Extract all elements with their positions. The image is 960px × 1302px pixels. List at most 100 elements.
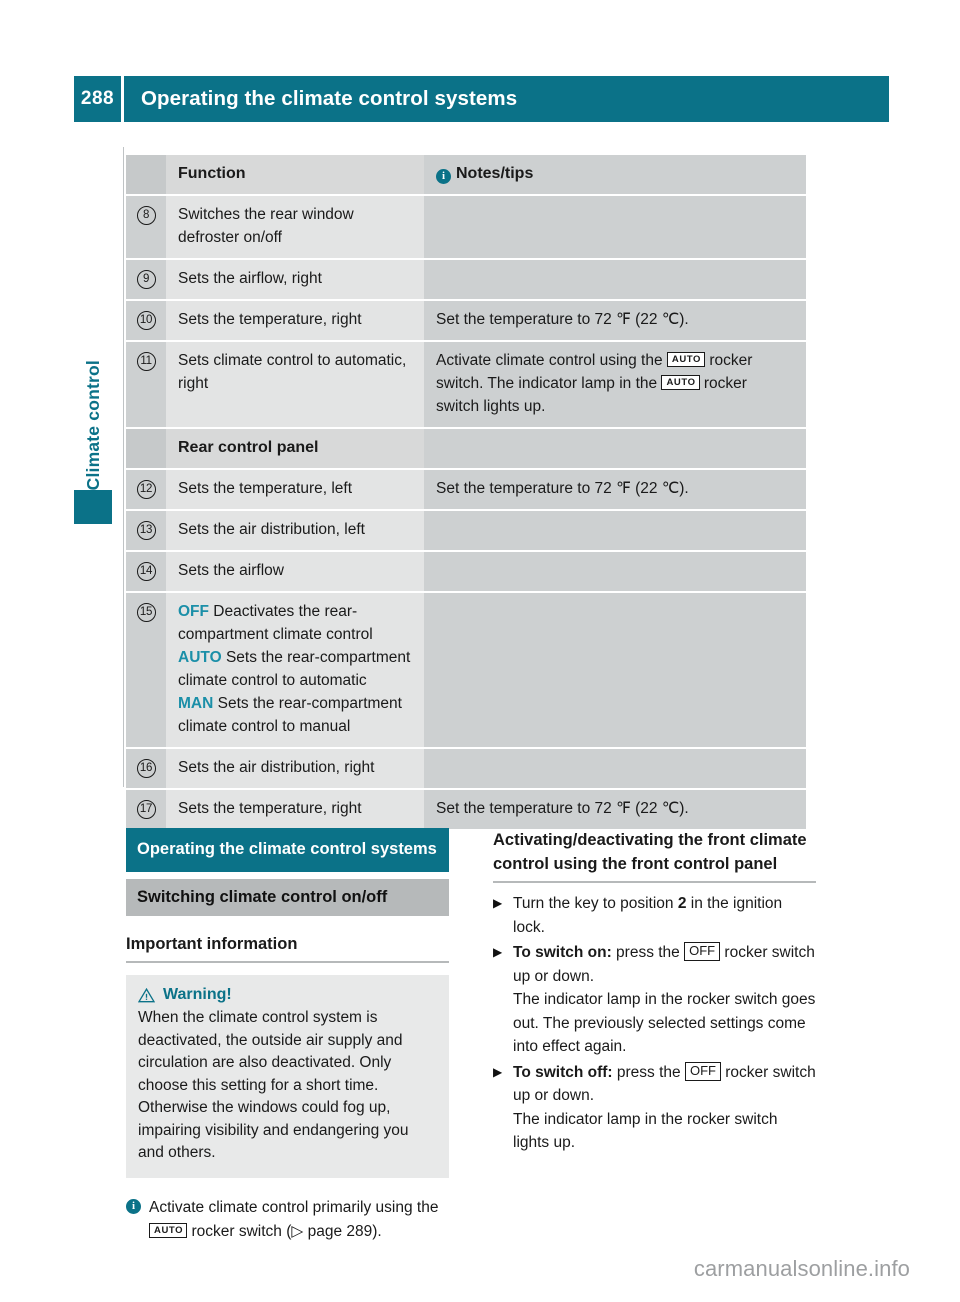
- table-row: 12 Sets the temperature, left Set the temp…: [126, 470, 806, 511]
- table-row: 10 Sets the temperature, right Set the tem…: [126, 301, 806, 342]
- circled-number-marker: 9: [136, 270, 156, 289]
- function-cell: Sets climate control to automatic, right: [166, 342, 424, 427]
- content-left-rule: [123, 147, 124, 787]
- right-text-column: Activating/deactivating the front climat…: [493, 828, 816, 1244]
- step-text: To switch on: press the OFF rocker switc…: [513, 942, 816, 1055]
- step-item: ▶ To switch off: press the OFF rocker swi…: [493, 1061, 816, 1155]
- step-text: Turn the key to position 2 in the igniti…: [513, 895, 783, 936]
- tip-note-text: Activate climate control primarily using…: [149, 1198, 439, 1240]
- marker-cell: 15: [126, 593, 166, 747]
- marker-cell: 16: [126, 749, 166, 788]
- table-header-row: Function i Notes/tips: [126, 155, 806, 196]
- subsection-banner: Switching climate control on/off: [126, 879, 449, 916]
- marker-cell: [126, 429, 166, 468]
- rocker-switch-off-icon: OFF: [684, 1061, 721, 1081]
- notes-cell: [424, 511, 806, 550]
- notes-cell: [424, 593, 806, 747]
- function-cell: Sets the temperature, right: [166, 790, 424, 829]
- marker-cell: 13: [126, 511, 166, 550]
- chapter-tab-label: Climate control: [70, 290, 116, 490]
- function-option: MAN Sets the rear-compartment climate co…: [178, 695, 402, 735]
- marker-cell: 12: [126, 470, 166, 509]
- table-row: 8 Switches the rear window defroster on/o…: [126, 196, 806, 260]
- option-keyword: OFF: [178, 603, 209, 620]
- warning-body: When the climate control system is deact…: [138, 1009, 409, 1161]
- circled-number-marker: 8: [136, 206, 156, 225]
- circled-number-marker: 16: [136, 759, 156, 778]
- warning-box: Warning! When the climate control system…: [126, 975, 449, 1178]
- info-icon: i: [126, 1198, 141, 1214]
- table-header-marker-cell: [126, 155, 166, 194]
- table-section-row: Rear control panel: [126, 429, 806, 470]
- notes-cell: Set the temperature to 72 ℉ (22 ℃).: [424, 301, 806, 340]
- warning-title: Warning!: [163, 986, 232, 1003]
- step-emphasis: To switch off:: [513, 1063, 613, 1081]
- option-keyword: MAN: [178, 695, 214, 712]
- rocker-switch-auto-icon: AUTO: [661, 375, 700, 391]
- notes-cell: [424, 749, 806, 788]
- function-option: AUTO Sets the rear-compartment climate c…: [178, 649, 411, 689]
- warning-title-row: Warning!: [138, 986, 437, 1004]
- marker-cell: 9: [126, 260, 166, 299]
- function-cell: Sets the airflow: [166, 552, 424, 591]
- function-cell: Sets the temperature, left: [166, 470, 424, 509]
- marker-cell: 14: [126, 552, 166, 591]
- table-row: 9 Sets the airflow, right: [126, 260, 806, 301]
- arrow-right-icon: ▶: [493, 1064, 503, 1079]
- circled-number-marker: 12: [136, 480, 156, 499]
- table-header-notes: i Notes/tips: [424, 155, 806, 194]
- table-row: 15 OFF Deactivates the rear-compartment c…: [126, 593, 806, 749]
- marker-cell: 10: [126, 301, 166, 340]
- table-row: 17 Sets the temperature, right Set the tem…: [126, 790, 806, 829]
- step-text: To switch off: press the OFF rocker swit…: [513, 1061, 816, 1151]
- function-notes-table: Function i Notes/tips 8 Switches the rear wi…: [126, 155, 806, 829]
- table-row: 11 Sets climate control to automatic, rig…: [126, 342, 806, 429]
- step-list: ▶ Turn the key to position 2 in the ignit…: [493, 892, 816, 1155]
- rocker-switch-auto-icon: AUTO: [149, 1222, 188, 1238]
- notes-cell: Set the temperature to 72 ℉ (22 ℃).: [424, 790, 806, 829]
- function-cell: Sets the temperature, right: [166, 301, 424, 340]
- circled-number-marker: 14: [136, 562, 156, 581]
- section-title-cell: Rear control panel: [166, 429, 424, 468]
- circled-number-marker: 17: [136, 800, 156, 819]
- notes-cell: [424, 552, 806, 591]
- table-row: 13 Sets the air distribution, left: [126, 511, 806, 552]
- marker-cell: 11: [126, 342, 166, 427]
- page-header-bar: 288 Operating the climate control system…: [74, 76, 889, 122]
- notes-cell: [424, 429, 806, 468]
- page-number: 288: [80, 88, 115, 109]
- info-icon: i: [436, 169, 451, 184]
- step-item: ▶ To switch on: press the OFF rocker swit…: [493, 941, 816, 1059]
- function-cell: Switches the rear window defroster on/of…: [166, 196, 424, 258]
- notes-cell: Activate climate control using the AUTO …: [424, 342, 806, 427]
- notes-cell: [424, 196, 806, 258]
- circled-number-marker: 13: [136, 521, 156, 540]
- chapter-tab-text: Climate control: [82, 359, 103, 490]
- marker-cell: 8: [126, 196, 166, 258]
- circled-number-marker: 15: [136, 603, 156, 622]
- step-emphasis: To switch on:: [513, 944, 612, 961]
- section-banner: Operating the climate control systems: [126, 828, 449, 872]
- left-text-column: Operating the climate control systems Sw…: [126, 828, 449, 1244]
- function-option: OFF Deactivates the rear-compartment cli…: [178, 603, 373, 643]
- arrow-right-icon: ▶: [493, 896, 503, 910]
- activating-deactivating-heading: Activating/deactivating the front climat…: [493, 828, 816, 883]
- rocker-switch-off-icon: OFF: [684, 942, 721, 962]
- chapter-tab-marker: [74, 490, 112, 524]
- function-cell: Sets the airflow, right: [166, 260, 424, 299]
- marker-cell: 17: [126, 790, 166, 829]
- watermark: carmanualsonline.info: [693, 1256, 910, 1281]
- rocker-switch-auto-icon: AUTO: [666, 352, 706, 368]
- function-cell: Sets the air distribution, right: [166, 749, 424, 788]
- arrow-right-icon: ▶: [493, 945, 503, 959]
- notes-cell: Set the temperature to 72 ℉ (22 ℃).: [424, 470, 806, 509]
- important-information-heading: Important information: [126, 916, 449, 963]
- option-keyword: AUTO: [178, 649, 222, 666]
- circled-number-marker: 10: [136, 311, 156, 330]
- circled-number-marker: 11: [136, 352, 156, 371]
- tip-note: i Activate climate control primarily usi…: [126, 1196, 449, 1244]
- warning-triangle-icon: [138, 987, 155, 1002]
- step-emphasis: 2: [677, 895, 687, 912]
- page-title: Operating the climate control systems: [141, 87, 518, 110]
- step-item: ▶ Turn the key to position 2 in the ignit…: [493, 892, 816, 939]
